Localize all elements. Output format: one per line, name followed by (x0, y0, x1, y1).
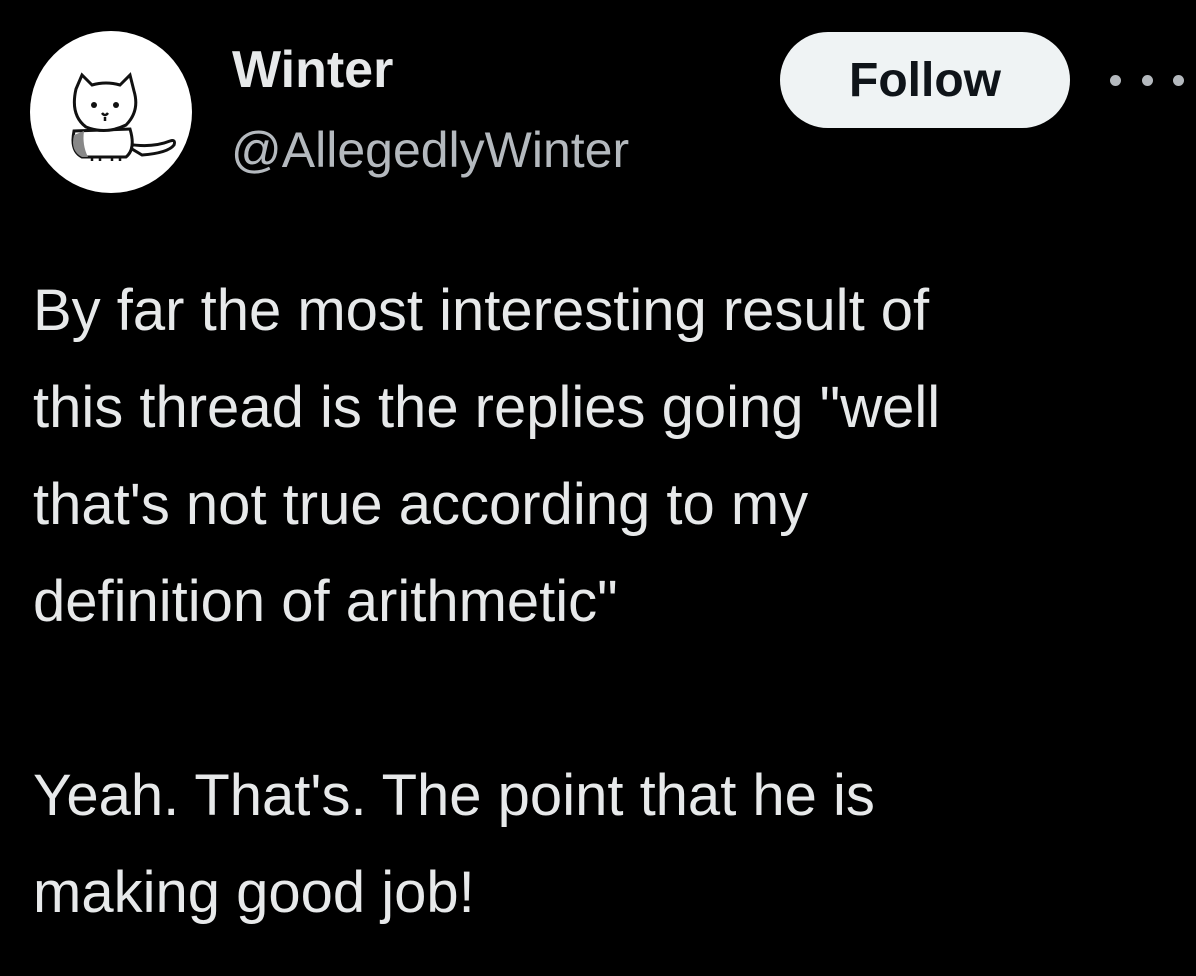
follow-button[interactable]: Follow (780, 32, 1070, 128)
user-handle[interactable]: @AllegedlyWinter (231, 120, 629, 180)
tweet-card: Winter @AllegedlyWinter Follow By far th… (0, 0, 1196, 976)
avatar[interactable] (30, 31, 192, 193)
more-options-icon[interactable] (1110, 60, 1184, 100)
more-dot (1173, 74, 1184, 86)
display-name[interactable]: Winter (232, 40, 393, 100)
more-dot (1110, 74, 1121, 86)
cat-avatar-icon (71, 72, 176, 161)
tweet-text: By far the most interesting result of th… (33, 278, 941, 925)
more-dot (1141, 74, 1153, 86)
